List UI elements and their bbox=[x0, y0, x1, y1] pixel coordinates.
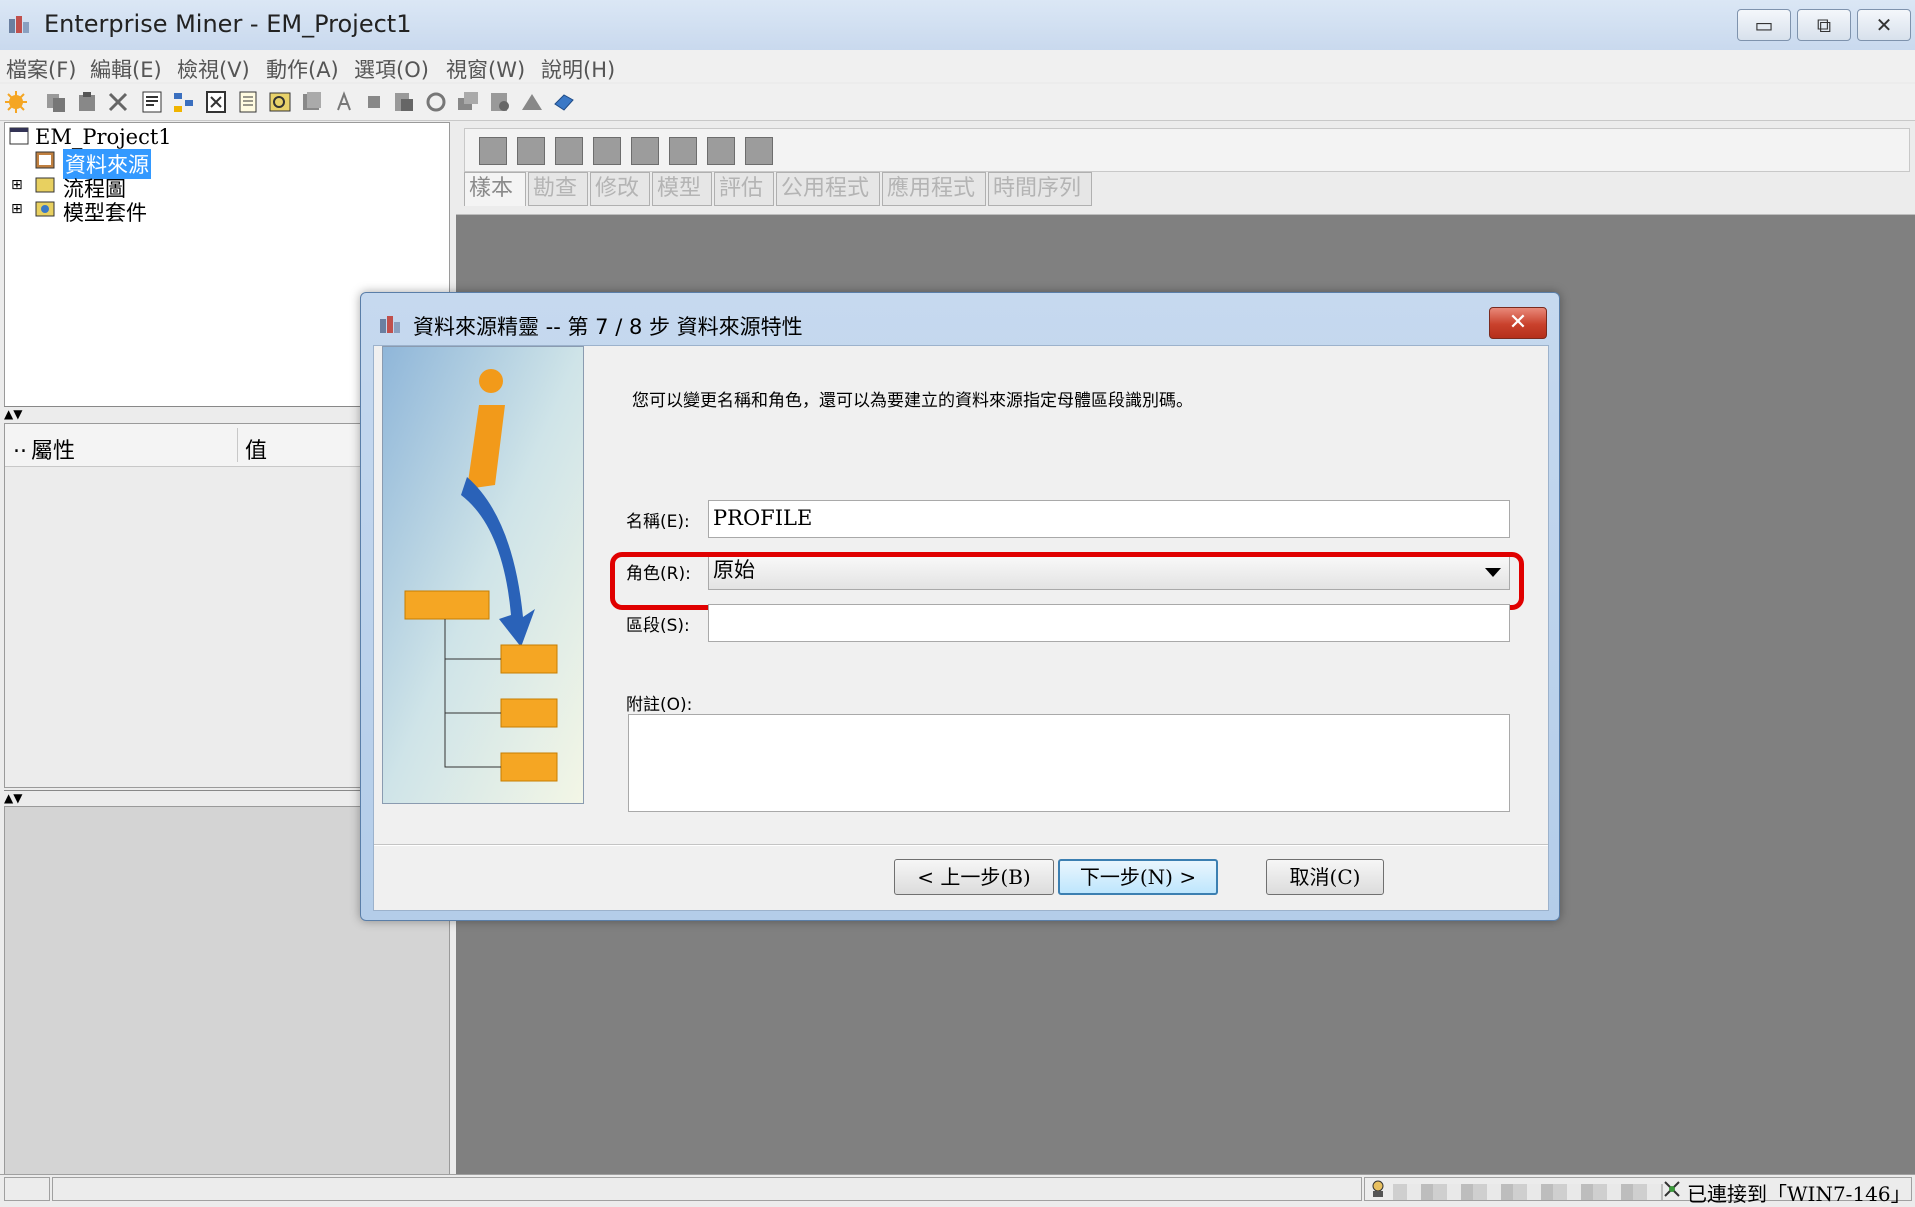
menu-help[interactable]: 說明(H) bbox=[541, 54, 615, 84]
connection-status: 已連接到「WIN7-146」 bbox=[1687, 1182, 1911, 1206]
toolbar bbox=[0, 84, 1915, 121]
properties-col-property[interactable]: 屬性 bbox=[31, 433, 75, 465]
user-icon bbox=[1372, 1180, 1384, 1197]
splitter-arrows: ▲▼ bbox=[4, 791, 23, 805]
minimize-button[interactable]: ▭ bbox=[1737, 9, 1791, 41]
cancel-button[interactable]: 取消(C) bbox=[1266, 859, 1384, 895]
paste-icon[interactable] bbox=[76, 90, 100, 114]
tab-time-series[interactable]: 時間序列 bbox=[988, 172, 1092, 206]
datasource-wizard-dialog: 資料來源精靈 -- 第 7 / 8 步 資料來源特性 ✕ 您可以變更名稱和角色，… bbox=[360, 292, 1560, 921]
splitter-arrows: ▲▼ bbox=[4, 407, 23, 421]
status-cell bbox=[4, 1177, 50, 1201]
node-palette: 樣本 勘查 修改 模型 評估 公用程式 應用程式 時間序列 bbox=[456, 122, 1915, 215]
palette-node-icon[interactable] bbox=[555, 137, 583, 165]
tree-item-model-packages[interactable]: 模型套件 bbox=[63, 197, 147, 227]
minimize-icon: ▭ bbox=[1754, 13, 1774, 37]
palette-node-icon[interactable] bbox=[593, 137, 621, 165]
close-icon: ✕ bbox=[1508, 310, 1528, 335]
find-icon[interactable] bbox=[488, 90, 512, 114]
properties-icon[interactable] bbox=[140, 90, 164, 114]
palette-node-icon[interactable] bbox=[631, 137, 659, 165]
palette-node-icon[interactable] bbox=[479, 137, 507, 165]
next-button[interactable]: 下一步(N) > bbox=[1058, 859, 1218, 895]
app-icon bbox=[9, 16, 29, 33]
palette-icon-strip bbox=[464, 128, 1910, 172]
project-icon bbox=[9, 127, 29, 145]
title-bar: Enterprise Miner - EM_Project1 ▭ ⧉ ✕ bbox=[0, 0, 1915, 51]
wizard-app-icon bbox=[380, 316, 400, 333]
tab-utility[interactable]: 公用程式 bbox=[776, 172, 880, 206]
segment-label: 區段(S): bbox=[626, 616, 690, 636]
palette-node-icon[interactable] bbox=[707, 137, 735, 165]
run-icon[interactable] bbox=[332, 90, 356, 114]
notes-textarea[interactable] bbox=[628, 714, 1510, 812]
tree-project[interactable]: EM_Project1 bbox=[35, 125, 172, 149]
palette-node-icon[interactable] bbox=[517, 137, 545, 165]
notes-label: 附註(O): bbox=[626, 695, 693, 715]
tab-explore[interactable]: 勘查 bbox=[528, 172, 588, 206]
properties-col-value[interactable]: 值 bbox=[245, 433, 267, 465]
tab-assess[interactable]: 評估 bbox=[714, 172, 774, 206]
redacted-user-info bbox=[1393, 1184, 1663, 1200]
restore-button[interactable]: ⧉ bbox=[1797, 9, 1851, 41]
search-icon[interactable] bbox=[268, 90, 292, 114]
model-package-icon bbox=[35, 201, 55, 217]
diagram-folder-icon bbox=[35, 177, 55, 193]
dialog-body: 您可以變更名稱和角色，還可以為要建立的資料來源指定母體區段識別碼。 名稱(E):… bbox=[373, 345, 1549, 911]
export-icon[interactable] bbox=[204, 90, 228, 114]
copy-icon[interactable] bbox=[44, 90, 68, 114]
tab-applications[interactable]: 應用程式 bbox=[882, 172, 986, 206]
tab-modify[interactable]: 修改 bbox=[590, 172, 650, 206]
tab-sample[interactable]: 樣本 bbox=[464, 172, 526, 206]
notes-icon[interactable] bbox=[236, 90, 260, 114]
new-icon[interactable] bbox=[4, 90, 28, 114]
menu-file[interactable]: 檔案(F) bbox=[6, 54, 76, 84]
menu-actions[interactable]: 動作(A) bbox=[266, 54, 339, 84]
library-icon[interactable] bbox=[300, 90, 324, 114]
status-message-cell bbox=[52, 1177, 1362, 1201]
menu-edit[interactable]: 編輯(E) bbox=[90, 54, 162, 84]
stop-icon[interactable] bbox=[362, 90, 386, 114]
dialog-close-button[interactable]: ✕ bbox=[1489, 307, 1547, 339]
status-bar: 已連接到「WIN7-146」 bbox=[0, 1174, 1915, 1206]
status-connection-cell: 已連接到「WIN7-146」 bbox=[1364, 1177, 1912, 1206]
dialog-title: 資料來源精靈 -- 第 7 / 8 步 資料來源特性 bbox=[413, 315, 803, 339]
menu-view[interactable]: 檢視(V) bbox=[177, 54, 250, 84]
back-button[interactable]: < 上一步(B) bbox=[894, 859, 1054, 895]
role-highlight-annotation bbox=[610, 552, 1524, 610]
diagram-icon[interactable] bbox=[172, 90, 196, 114]
dialog-separator bbox=[374, 844, 1548, 846]
name-field[interactable]: PROFILE bbox=[708, 500, 1510, 538]
help-icon[interactable] bbox=[552, 90, 576, 114]
menu-window[interactable]: 視窗(W) bbox=[446, 54, 525, 84]
tab-model[interactable]: 模型 bbox=[652, 172, 712, 206]
name-label: 名稱(E): bbox=[626, 512, 690, 532]
expand-icon[interactable]: ⊞ bbox=[11, 201, 23, 217]
palette-node-icon[interactable] bbox=[669, 137, 697, 165]
close-icon: ✕ bbox=[1875, 13, 1893, 37]
column-divider bbox=[237, 428, 238, 462]
delete-icon[interactable] bbox=[106, 90, 130, 114]
wizard-instructions: 您可以變更名稱和角色，還可以為要建立的資料來源指定母體區段識別碼。 bbox=[632, 391, 1193, 411]
window-title: Enterprise Miner - EM_Project1 bbox=[44, 10, 412, 38]
menu-options[interactable]: 選項(O) bbox=[354, 54, 429, 84]
results-icon[interactable] bbox=[392, 90, 416, 114]
menu-bar: 檔案(F) 編輯(E) 檢視(V) 動作(A) 選項(O) 視窗(W) 說明(H… bbox=[0, 50, 1915, 82]
connection-icon bbox=[1664, 1181, 1680, 1197]
segment-field[interactable] bbox=[708, 604, 1510, 642]
layout-icon[interactable] bbox=[456, 90, 480, 114]
properties-col-dots[interactable]: .. bbox=[13, 433, 27, 458]
refresh-icon[interactable] bbox=[424, 90, 448, 114]
expand-icon[interactable]: ⊞ bbox=[11, 177, 23, 193]
model-icon[interactable] bbox=[520, 90, 544, 114]
datasource-icon bbox=[35, 151, 55, 169]
palette-node-icon[interactable] bbox=[745, 137, 773, 165]
wizard-illustration bbox=[382, 346, 584, 804]
restore-icon: ⧉ bbox=[1816, 13, 1832, 37]
close-window-button[interactable]: ✕ bbox=[1857, 9, 1911, 41]
